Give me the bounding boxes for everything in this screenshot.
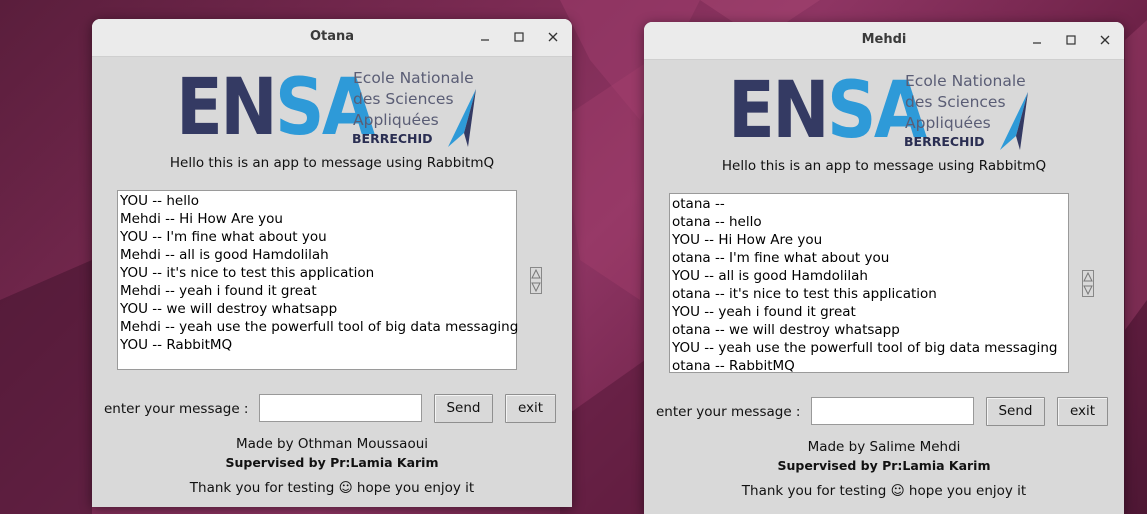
minimize-button[interactable] <box>1026 29 1048 51</box>
author-credit: Made by Othman Moussaoui <box>235 436 429 452</box>
list-item[interactable]: otana -- I'm fine what about you <box>671 249 1068 267</box>
close-button[interactable] <box>1094 29 1116 51</box>
ensa-logo-letters: ENSA <box>728 66 927 156</box>
list-item[interactable]: otana -- hello <box>671 213 1068 231</box>
logo-line-2: des Sciences <box>905 93 1006 111</box>
title-bar[interactable]: Otana <box>92 19 572 57</box>
list-item[interactable]: YOU -- all is good Hamdolilah <box>671 267 1068 285</box>
message-prompt-label: enter your message : <box>656 404 801 420</box>
list-item[interactable]: Mehdi -- yeah use the powerfull tool of … <box>119 318 518 336</box>
message-input[interactable] <box>259 394 422 422</box>
list-item[interactable]: otana -- it's nice to test this applicat… <box>671 285 1068 303</box>
list-item[interactable]: otana -- RabbitMQ <box>671 357 1068 375</box>
ensa-logo-letters: ENSA <box>176 63 375 153</box>
exit-button[interactable]: exit <box>505 394 556 423</box>
thanks-message: Thank you for testing ☺ hope you enjoy i… <box>741 483 1027 499</box>
list-item[interactable]: otana -- we will destroy whatsapp <box>671 321 1068 339</box>
logo-line-3: Appliquées <box>905 114 991 132</box>
ensa-logo: ENSA Ecole Nationale des Sciences Appliq… <box>728 70 1028 152</box>
list-item[interactable]: Mehdi -- Hi How Are you <box>119 210 516 228</box>
send-button[interactable]: Send <box>986 397 1045 426</box>
logo-line-2: des Sciences <box>353 90 454 108</box>
thanks-message: Thank you for testing ☺ hope you enjoy i… <box>189 480 475 496</box>
maximize-button[interactable] <box>1060 29 1082 51</box>
logo-arrow-icon <box>1000 92 1028 150</box>
list-item[interactable]: YOU -- I'm fine what about you <box>119 228 516 246</box>
window-title: Mehdi <box>861 32 907 47</box>
supervisor-credit: Supervised by Pr:Lamia Karim <box>225 455 439 470</box>
list-item[interactable]: YOU -- yeah i found it great <box>671 303 1068 321</box>
close-icon <box>1100 35 1110 45</box>
list-item[interactable]: Mehdi -- all is good Hamdolilah <box>119 246 516 264</box>
logo-line-4: BERRECHID <box>904 134 985 149</box>
ensa-logo: ENSA Ecole Nationale des Sciences Appliq… <box>176 67 476 149</box>
close-icon <box>548 32 558 42</box>
supervisor-credit: Supervised by Pr:Lamia Karim <box>777 458 991 473</box>
logo-line-1: Ecole Nationale <box>353 69 474 87</box>
message-listbox[interactable]: otana -- otana -- hello YOU -- Hi How Ar… <box>669 193 1069 375</box>
scroll-arrows-icon[interactable] <box>530 267 542 294</box>
author-credit: Made by Salime Mehdi <box>807 439 961 455</box>
logo-line-3: Appliquées <box>353 111 439 129</box>
close-button[interactable] <box>542 26 564 48</box>
logo-arrow-icon <box>448 89 476 147</box>
window-title: Otana <box>309 29 355 44</box>
list-item[interactable]: YOU -- RabbitMQ <box>119 336 516 354</box>
list-item[interactable]: Mehdi -- yeah i found it great <box>119 282 516 300</box>
minimize-icon <box>481 39 489 41</box>
list-item[interactable]: YOU -- hello <box>119 192 516 210</box>
list-item[interactable]: YOU -- yeah use the powerfull tool of bi… <box>671 339 1068 357</box>
app-subtitle: Hello this is an app to message using Ra… <box>169 155 495 171</box>
list-item[interactable]: YOU -- we will destroy whatsapp <box>119 300 516 318</box>
logo-line-4: BERRECHID <box>352 131 433 146</box>
list-item[interactable]: YOU -- Hi How Are you <box>671 231 1068 249</box>
message-input[interactable] <box>811 397 974 425</box>
chat-window-mehdi: Mehdi ENSA Ecole Nationale des Sciences … <box>644 22 1124 514</box>
maximize-button[interactable] <box>508 26 530 48</box>
exit-button[interactable]: exit <box>1057 397 1108 426</box>
message-listbox[interactable]: YOU -- hello Mehdi -- Hi How Are you YOU… <box>117 190 518 370</box>
list-item[interactable]: YOU -- it's nice to test this applicatio… <box>119 264 516 282</box>
logo-line-1: Ecole Nationale <box>905 72 1026 90</box>
minimize-icon <box>1033 42 1041 44</box>
minimize-button[interactable] <box>474 26 496 48</box>
maximize-icon <box>1066 35 1076 45</box>
maximize-icon <box>514 32 524 42</box>
list-item[interactable]: otana -- <box>671 195 1068 213</box>
title-bar[interactable]: Mehdi <box>644 22 1124 60</box>
scroll-arrows-icon[interactable] <box>1082 270 1094 297</box>
send-button[interactable]: Send <box>434 394 493 423</box>
app-subtitle: Hello this is an app to message using Ra… <box>721 158 1047 174</box>
message-prompt-label: enter your message : <box>104 401 249 417</box>
chat-window-otana: Otana ENSA Ecole Nationale des Sciences … <box>92 19 572 507</box>
